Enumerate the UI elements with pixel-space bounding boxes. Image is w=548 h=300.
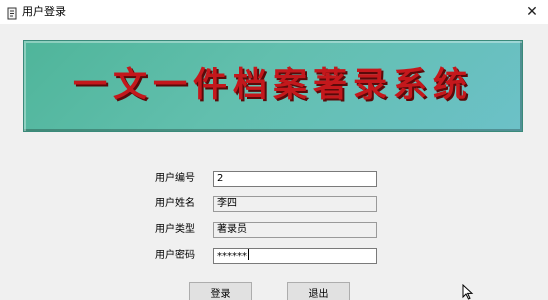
close-icon: ✕ (526, 4, 538, 20)
window-title: 用户登录 (22, 5, 66, 18)
user-type-label: 用户类型 (155, 224, 195, 235)
user-name-value: 李四 (217, 198, 237, 209)
exit-button[interactable]: 退出 (287, 282, 350, 300)
login-window: 用户登录 ✕ 一文一件档案著录系统 用户编号 2 用户姓名 李四 用户类型 著录… (0, 0, 548, 300)
system-banner: 一文一件档案著录系统 (23, 40, 523, 132)
user-name-field: 李四 (213, 196, 377, 212)
password-label: 用户密码 (155, 250, 195, 261)
user-type-value: 著录员 (217, 224, 247, 235)
password-input[interactable]: ****** (213, 248, 377, 264)
banner-title: 一文一件档案著录系统 (73, 65, 473, 105)
scroll-icon (6, 5, 18, 20)
mouse-pointer-icon (462, 283, 474, 300)
user-id-input[interactable]: 2 (213, 171, 377, 187)
close-button[interactable]: ✕ (516, 0, 548, 24)
user-name-label: 用户姓名 (155, 198, 195, 209)
user-id-value: 2 (217, 173, 224, 184)
user-id-label: 用户编号 (155, 173, 195, 184)
login-button[interactable]: 登录 (189, 282, 252, 300)
title-bar[interactable]: 用户登录 ✕ (0, 0, 548, 24)
password-value: ****** (217, 251, 247, 262)
user-type-field: 著录员 (213, 222, 377, 238)
text-caret (248, 249, 249, 260)
